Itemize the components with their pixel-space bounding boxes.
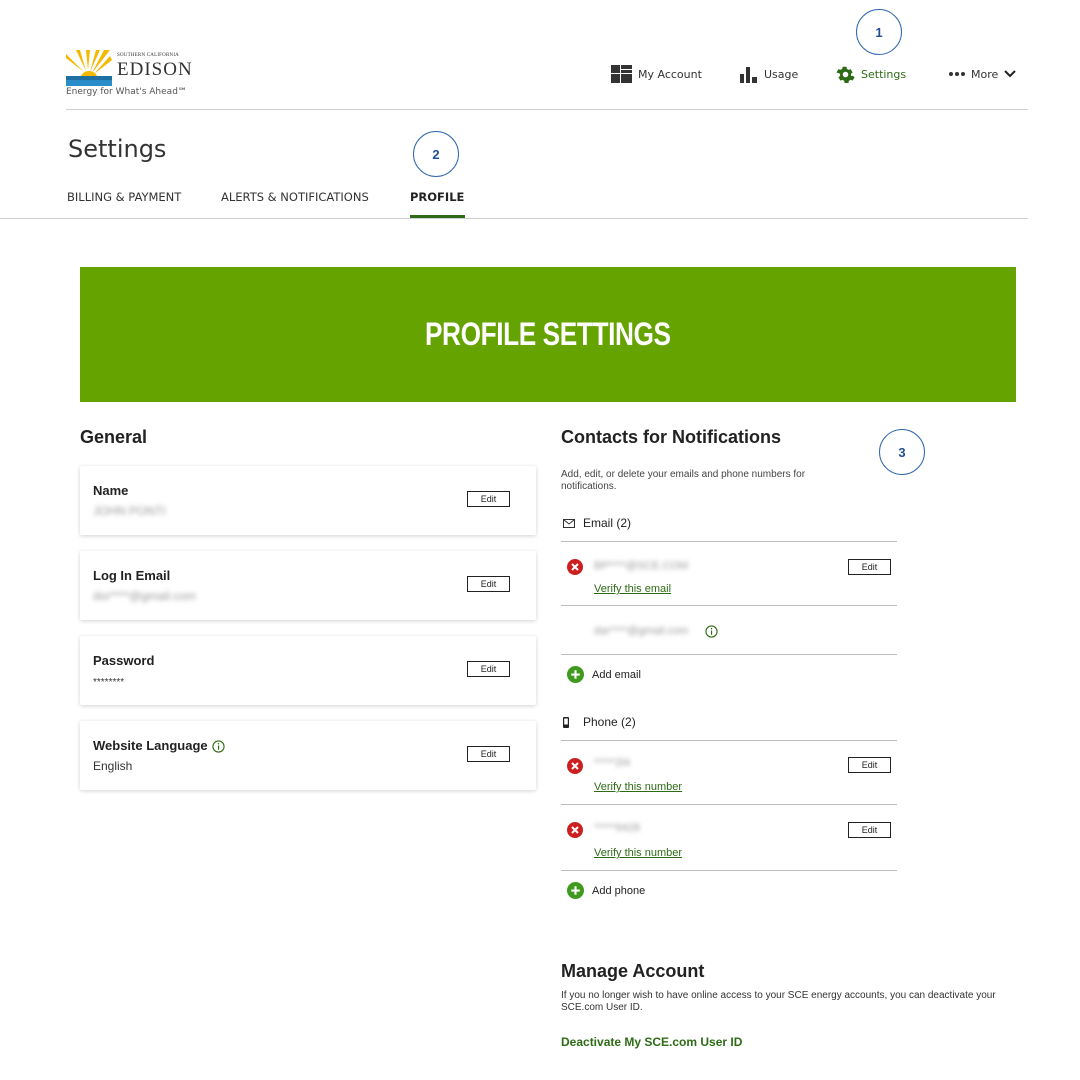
phone-icon — [563, 716, 569, 728]
nav-my-account[interactable]: My Account — [611, 62, 702, 86]
edit-website-language-button[interactable]: Edit — [467, 746, 510, 762]
phone-1-value: *****2l4 — [594, 757, 631, 769]
verify-email-link[interactable]: Verify this email — [594, 583, 671, 595]
edit-email-1-button[interactable]: Edit — [848, 559, 891, 575]
unverified-x-icon — [567, 559, 583, 575]
email-group-header: Email (2) — [563, 516, 631, 530]
verify-phone-2-link[interactable]: Verify this number — [594, 847, 682, 859]
login-email-label: Log In Email — [93, 568, 171, 583]
dots-icon — [949, 72, 965, 76]
bar-chart-icon — [740, 67, 757, 83]
password-label: Password — [93, 653, 155, 668]
phone-group-header: Phone (2) — [563, 715, 636, 729]
tabs-divider — [0, 218, 1028, 219]
add-phone-button[interactable]: Add phone — [567, 882, 645, 899]
contacts-heading: Contacts for Notifications — [561, 427, 782, 447]
logo-tagline: Energy for What's Ahead℠ — [66, 87, 188, 97]
login-email-card: Log In Email dor****@gmail.com Edit — [80, 551, 536, 620]
website-language-value: English — [93, 759, 133, 773]
website-language-label: Website Language — [93, 738, 225, 753]
header-divider — [66, 109, 1028, 110]
add-email-button[interactable]: Add email — [567, 666, 641, 683]
chevron-down-icon — [1004, 70, 1016, 78]
logo-subtitle: SOUTHERN CALIFORNIA — [117, 53, 179, 58]
unverified-x-icon — [567, 822, 583, 838]
add-phone-label: Add phone — [592, 884, 646, 897]
nav-my-account-label: My Account — [638, 67, 702, 81]
callout-3: 3 — [879, 429, 925, 475]
add-email-label: Add email — [592, 668, 641, 681]
plus-circle-icon — [567, 882, 584, 899]
tab-billing-payment[interactable]: BILLING & PAYMENT — [67, 190, 181, 204]
email-1-value: BP****@SCE.COM — [594, 560, 689, 572]
envelope-icon — [563, 518, 575, 528]
divider — [561, 541, 897, 542]
callout-2: 2 — [413, 131, 459, 177]
nav-more[interactable]: More — [949, 62, 1016, 86]
contacts-description: Add, edit, or delete your emails and pho… — [561, 469, 806, 492]
general-heading: General — [80, 427, 148, 447]
plus-circle-icon — [567, 666, 584, 683]
banner-title: PROFILE SETTINGS — [425, 316, 671, 352]
name-value: JOHN PONTI — [93, 504, 166, 518]
login-email-value: dor****@gmail.com — [93, 589, 196, 603]
password-value: ******** — [93, 677, 125, 688]
divider — [561, 654, 897, 655]
phone-2-value: *****9428 — [594, 822, 640, 834]
website-language-card: Website Language English Edit — [80, 721, 536, 790]
divider — [561, 740, 897, 741]
tab-profile[interactable]: PROFILE — [410, 190, 464, 204]
info-icon[interactable] — [705, 625, 718, 638]
gear-icon — [836, 66, 855, 83]
name-card: Name JOHN PONTI Edit — [80, 466, 536, 535]
info-icon[interactable] — [211, 740, 225, 753]
manage-account-description: If you no longer wish to have online acc… — [561, 990, 996, 1013]
sun-logo-icon — [66, 50, 112, 86]
callout-1: 1 — [856, 9, 902, 55]
profile-banner: PROFILE SETTINGS — [80, 267, 1016, 402]
nav-more-label: More — [971, 67, 999, 81]
edit-phone-2-button[interactable]: Edit — [848, 822, 891, 838]
edison-logo[interactable]: SOUTHERN CALIFORNIA EDISON Energy for Wh… — [66, 48, 246, 100]
edit-name-button[interactable]: Edit — [467, 491, 510, 507]
unverified-x-icon — [567, 758, 583, 774]
email-group-label: Email (2) — [583, 516, 632, 530]
name-label: Name — [93, 483, 129, 498]
phone-group-label: Phone (2) — [583, 715, 636, 729]
page-title: Settings — [68, 135, 167, 163]
divider — [561, 870, 897, 871]
logo-wordmark: EDISON — [117, 59, 193, 80]
tab-alerts-notifications[interactable]: ALERTS & NOTIFICATIONS — [221, 190, 369, 204]
manage-account-heading: Manage Account — [561, 961, 705, 981]
email-2-value: dar****@gmail.com — [594, 625, 689, 637]
nav-settings[interactable]: Settings — [836, 62, 906, 86]
verify-phone-1-link[interactable]: Verify this number — [594, 781, 682, 793]
divider — [561, 605, 897, 606]
nav-settings-label: Settings — [861, 67, 907, 81]
nav-usage-label: Usage — [764, 67, 799, 81]
divider — [561, 804, 897, 805]
deactivate-user-id-link[interactable]: Deactivate My SCE.com User ID — [561, 1035, 742, 1049]
edit-password-button[interactable]: Edit — [467, 661, 510, 677]
edit-phone-1-button[interactable]: Edit — [848, 757, 891, 773]
nav-usage[interactable]: Usage — [740, 62, 798, 86]
password-card: Password ******** Edit — [80, 636, 536, 705]
grid-icon — [611, 65, 632, 83]
edit-login-email-button[interactable]: Edit — [467, 576, 510, 592]
